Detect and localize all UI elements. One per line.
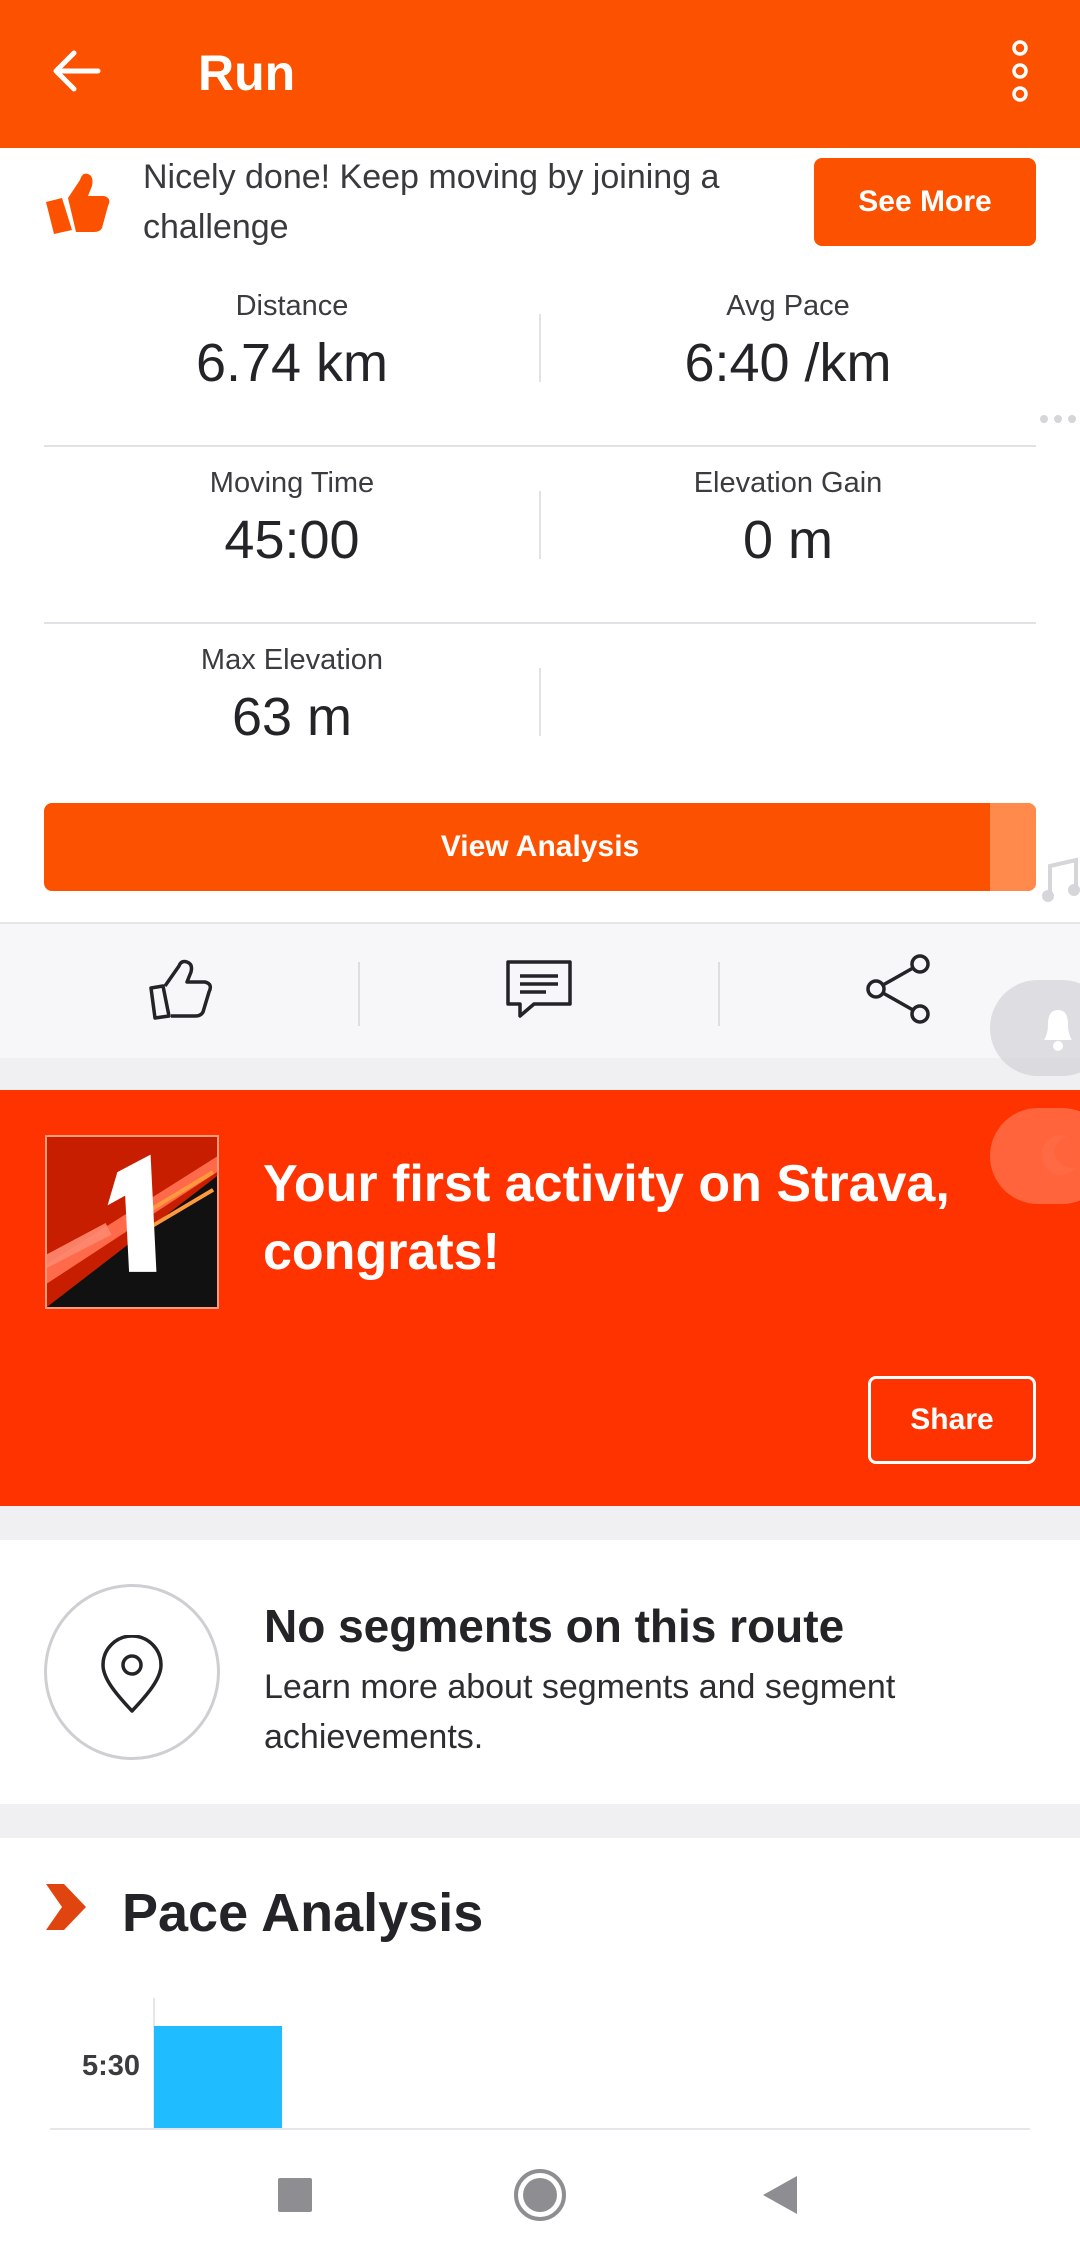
stat-label: Distance (235, 290, 349, 322)
thumbs-up-outline-icon[interactable] (145, 954, 215, 1024)
y-tick-label: 5:30 (81, 2050, 140, 2082)
square-icon[interactable] (260, 2160, 330, 2230)
share-icon[interactable] (864, 954, 934, 1024)
segment-pin-container (44, 1584, 220, 1760)
section-gap (0, 1058, 1080, 1090)
segments-title: No segments on this route (264, 1600, 845, 1652)
stat-label: Elevation Gain (693, 467, 883, 499)
page-title: Run (198, 45, 296, 101)
view-analysis-button[interactable]: View Analysis (44, 803, 1036, 891)
see-more-button[interactable]: See More (814, 158, 1036, 246)
arrow-left-icon[interactable] (44, 38, 110, 104)
challenge-prompt: Nicely done! Keep moving by joining a ch… (0, 148, 1080, 260)
circle-icon[interactable] (505, 2160, 575, 2230)
first-activity-banner: Your first activity on Strava, congrats!… (0, 1090, 1080, 1506)
section-gap (0, 1804, 1080, 1838)
floating-bell-button[interactable] (990, 980, 1080, 1076)
button-edge-highlight (990, 803, 1036, 891)
comment-icon[interactable] (504, 954, 574, 1024)
stat-label: Moving Time (209, 467, 375, 499)
action-divider (358, 962, 360, 1026)
section-gap (0, 1506, 1080, 1540)
stat-divider (539, 668, 541, 736)
thumbs-up-icon (46, 173, 110, 234)
stat-avg-pace: Avg Pace 6:40 /km (540, 288, 1036, 398)
stat-label: Avg Pace (726, 290, 850, 322)
stat-value: 63 m (231, 687, 353, 747)
view-analysis-label: View Analysis (440, 830, 640, 863)
action-divider (718, 962, 720, 1026)
stat-value: 45:00 (224, 510, 360, 570)
activity-stats: Distance 6.74 km Avg Pace 6:40 /km Movin… (44, 270, 1036, 801)
stats-row: Moving Time 45:00 Elevation Gain 0 m (44, 447, 1036, 624)
triangle-back-icon[interactable] (745, 2160, 815, 2230)
bell-icon (1044, 1010, 1072, 1051)
stats-row: Distance 6.74 km Avg Pace 6:40 /km (44, 270, 1036, 447)
first-activity-headline: Your first activity on Strava, congrats! (263, 1155, 950, 1281)
overlay-more-icon (1040, 415, 1076, 423)
stat-max-elevation: Max Elevation 63 m (44, 642, 540, 752)
pace-bar (154, 2026, 282, 2130)
location-pin-icon (101, 1635, 163, 1713)
app-bar: Run (0, 0, 1080, 148)
stat-label: Max Elevation (200, 644, 384, 676)
more-vertical-icon[interactable] (1000, 36, 1040, 106)
pace-analysis-title: Pace Analysis (122, 1883, 484, 1943)
share-button[interactable]: Share (868, 1376, 1036, 1464)
pace-analysis-section: Pace Analysis 5:30 (0, 1838, 1080, 2130)
challenge-message: Nicely done! Keep moving by joining a ch… (143, 158, 720, 246)
first-activity-badge-icon (45, 1135, 219, 1309)
stat-value: 6.74 km (195, 333, 389, 393)
moon-icon (1041, 1134, 1078, 1175)
system-nav-bar (0, 2130, 1080, 2258)
stat-value: 0 m (742, 510, 834, 570)
stats-row: Max Elevation 63 m (44, 624, 1036, 801)
stat-distance: Distance 6.74 km (44, 288, 540, 398)
segments-card[interactable]: No segments on this route Learn more abo… (0, 1540, 1080, 1804)
social-actions-bar (0, 922, 1080, 1058)
music-note-icon (1042, 857, 1080, 902)
stat-elevation-gain: Elevation Gain 0 m (540, 465, 1036, 575)
chevron-right-icon (46, 1884, 86, 1930)
stat-moving-time: Moving Time 45:00 (44, 465, 540, 575)
stat-value: 6:40 /km (684, 333, 892, 393)
floating-moon-button[interactable] (990, 1108, 1080, 1204)
segments-description: Learn more about segments and segment ac… (264, 1668, 896, 1756)
